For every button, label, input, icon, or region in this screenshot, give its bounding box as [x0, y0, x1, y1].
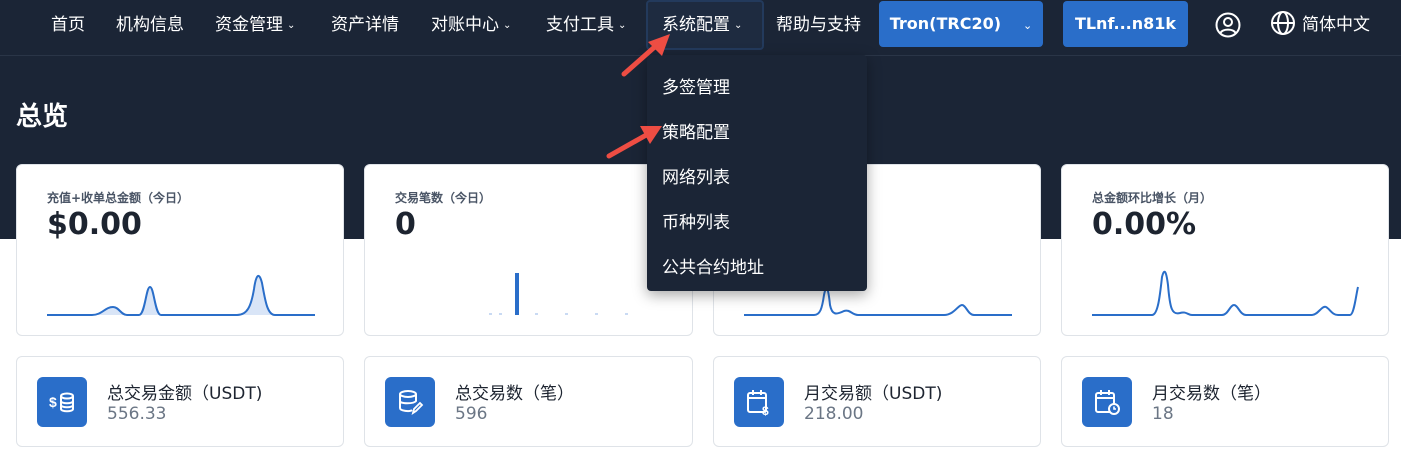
stat-value: 18: [1152, 404, 1174, 424]
stat-label: 总交易金额（USDT): [107, 384, 263, 404]
stat-label: 月交易数（笔）: [1152, 384, 1271, 404]
nav-label: 帮助与支持: [776, 15, 861, 35]
dropdown-item-currency-list[interactable]: 币种列表: [662, 208, 730, 233]
card-value: 0: [395, 207, 416, 242]
chevron-down-icon: ⌄: [618, 20, 627, 31]
calendar-clock-icon: [1082, 377, 1132, 427]
top-navbar: 首页 机构信息 资金管理 ⌄ 资产详情 对账中心 ⌄ 支付工具 ⌄ 系统配置 ⌄ 帮助与…: [0, 0, 1401, 56]
card-value: 0.00%: [1092, 207, 1197, 242]
chevron-down-icon: ⌄: [503, 20, 512, 31]
stat-label: 月交易额（USDT): [804, 384, 943, 404]
nav-item-reconciliation[interactable]: 对账中心 ⌄: [431, 0, 511, 50]
language-label: 简体中文: [1302, 15, 1370, 35]
stat-value: 556.33: [107, 404, 167, 424]
svg-text:$: $: [49, 394, 57, 410]
stat-value: 596: [455, 404, 488, 424]
dropdown-item-network-list[interactable]: 网络列表: [662, 163, 730, 188]
nav-label: 对账中心: [431, 15, 499, 35]
nav-item-home[interactable]: 首页: [51, 0, 85, 50]
chevron-down-icon: ⌄: [734, 20, 743, 31]
dollar-coins-icon: $: [37, 377, 87, 427]
overview-card-transaction-count-today: 交易笔数（今日） 0: [364, 164, 693, 336]
globe-icon: [1271, 11, 1295, 35]
nav-item-asset-details[interactable]: 资产详情: [331, 0, 399, 50]
wallet-address-button[interactable]: TLnf...n81k: [1063, 1, 1188, 47]
sparkline-chart: [47, 274, 315, 316]
nav-label: 资产详情: [331, 15, 399, 35]
nav-item-system-config[interactable]: 系统配置 ⌄: [662, 0, 742, 50]
nav-item-payment-tools[interactable]: 支付工具 ⌄: [546, 0, 626, 50]
page-title: 总览: [16, 102, 69, 132]
dropdown-item-multisig-management[interactable]: 多签管理: [662, 73, 730, 98]
dropdown-item-public-contract-address[interactable]: 公共合约地址: [662, 253, 764, 278]
sparkline-chart: [1092, 270, 1359, 316]
card-label: 充值+收单总金额（今日）: [47, 191, 190, 205]
nav-label: 支付工具: [546, 15, 614, 35]
network-label: Tron(TRC20): [889, 14, 1002, 33]
system-config-dropdown-menu: 多签管理 策略配置 网络列表 币种列表 公共合约地址: [647, 55, 867, 291]
dropdown-item-strategy-config[interactable]: 策略配置: [662, 118, 730, 143]
nav-label: 机构信息: [116, 15, 184, 35]
stat-card-total-count: 总交易数（笔） 596: [364, 356, 693, 447]
stat-card-total-amount: $ 总交易金额（USDT) 556.33: [16, 356, 344, 447]
overview-card-total-amount-today: 充值+收单总金额（今日） $0.00: [16, 164, 344, 336]
chart-bar: [515, 273, 519, 315]
stat-label: 总交易数（笔）: [455, 384, 574, 404]
stat-card-month-amount: $ 月交易额（USDT) 218.00: [713, 356, 1041, 447]
nav-label: 资金管理: [215, 15, 283, 35]
chevron-down-icon: ⌄: [287, 20, 296, 31]
user-profile-icon[interactable]: [1214, 11, 1242, 39]
nav-item-help-support[interactable]: 帮助与支持: [776, 0, 861, 50]
chevron-down-icon: ⌄: [1023, 19, 1033, 32]
svg-text:$: $: [762, 404, 769, 416]
nav-item-institution-info[interactable]: 机构信息: [116, 0, 184, 50]
overview-card-month-growth: 总金额环比增长（月） 0.00%: [1061, 164, 1389, 336]
network-select-button[interactable]: Tron(TRC20) ⌄: [879, 1, 1043, 47]
stat-card-month-count: 月交易数（笔） 18: [1061, 356, 1389, 447]
card-label: 总金额环比增长（月）: [1092, 191, 1213, 205]
card-value: $0.00: [47, 207, 142, 242]
database-edit-icon: [385, 377, 435, 427]
nav-label: 首页: [51, 15, 85, 35]
nav-item-fund-management[interactable]: 资金管理 ⌄: [215, 0, 295, 50]
nav-label: 系统配置: [662, 15, 730, 35]
stat-value: 218.00: [804, 404, 864, 424]
wallet-label: TLnf...n81k: [1074, 14, 1177, 33]
language-switcher[interactable]: 简体中文: [1270, 0, 1370, 50]
calendar-dollar-icon: $: [734, 377, 784, 427]
card-label: 交易笔数（今日）: [395, 191, 492, 205]
bar-chart: [489, 273, 628, 315]
